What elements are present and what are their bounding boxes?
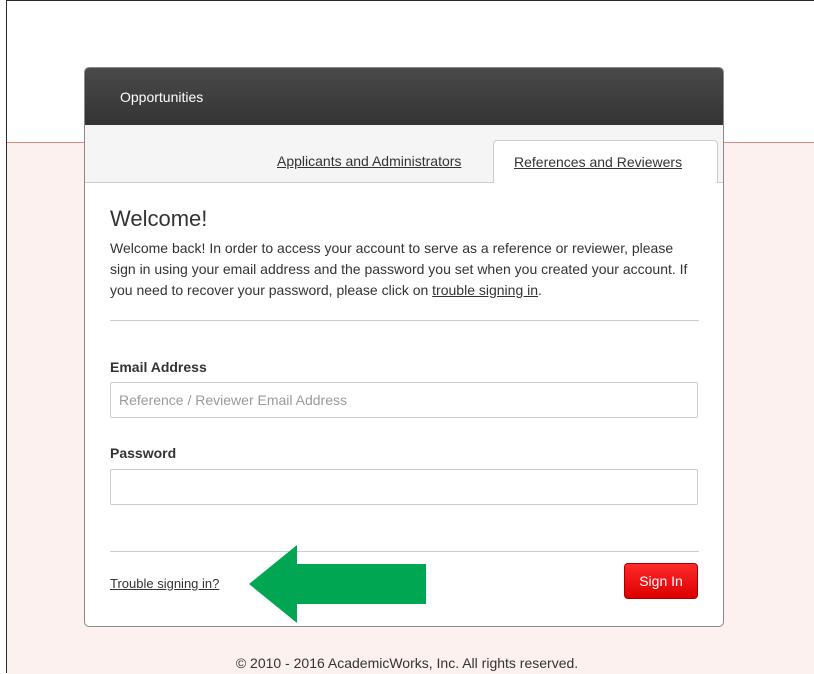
green-arrow-annotation	[249, 545, 426, 623]
trouble-signing-in-link[interactable]: Trouble signing in?	[110, 576, 219, 591]
intro-paragraph: Welcome back! In order to access your ac…	[110, 238, 700, 301]
email-field[interactable]	[110, 382, 698, 418]
tab-strip: Applicants and Administrators References…	[85, 125, 723, 183]
header-title: Opportunities	[120, 89, 204, 105]
password-field[interactable]	[110, 469, 698, 505]
email-label: Email Address	[110, 359, 207, 375]
divider	[110, 320, 699, 321]
tab-references-reviewers[interactable]: References and Reviewers	[493, 140, 718, 183]
welcome-heading: Welcome!	[110, 206, 208, 231]
card-header: Opportunities	[85, 68, 723, 125]
intro-end: .	[538, 282, 542, 298]
password-label: Password	[110, 445, 177, 461]
tab-applicants-administrators[interactable]: Applicants and Administrators	[277, 140, 461, 182]
trouble-signing-in-inline-link[interactable]: trouble signing in	[432, 282, 538, 298]
copyright-footer: © 2010 - 2016 AcademicWorks, Inc. All ri…	[235, 655, 579, 671]
sign-in-button[interactable]: Sign In	[624, 563, 698, 599]
intro-text: Welcome back! In order to access your ac…	[110, 240, 688, 298]
login-card: Opportunities Applicants and Administrat…	[84, 67, 724, 627]
